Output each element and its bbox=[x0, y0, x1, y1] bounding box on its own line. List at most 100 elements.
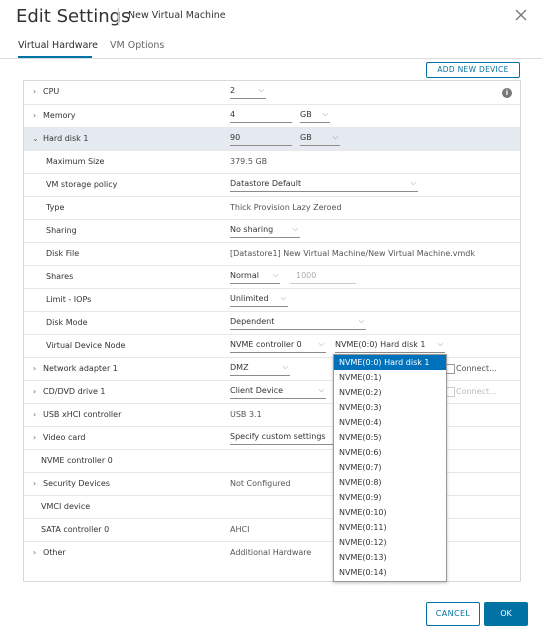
ok-button[interactable]: OK bbox=[484, 602, 528, 626]
chevron-down-icon: ⌵ bbox=[437, 340, 443, 348]
dropdown-option[interactable]: NVME(0:12) bbox=[334, 535, 446, 550]
hard-disk-unit: GB bbox=[300, 133, 312, 142]
cpu-select[interactable]: 2 ⌵ bbox=[230, 84, 266, 99]
hard-disk-unit-select[interactable]: GB ⌵ bbox=[300, 131, 340, 146]
video-label: Video card bbox=[43, 433, 86, 442]
disk-mode-value: Dependent bbox=[230, 317, 275, 326]
dropdown-option[interactable]: NVME(0:13) bbox=[334, 550, 446, 565]
row-hard-disk[interactable]: ⌄ Hard disk 1 90 GB ⌵ bbox=[24, 127, 520, 151]
dropdown-option[interactable]: NVME(0:14) bbox=[334, 565, 446, 580]
dropdown-option[interactable]: NVME(0:0) Hard disk 1 bbox=[334, 355, 446, 370]
row-limit-iops: Limit - IOPs Unlimited ⌵ bbox=[24, 288, 520, 312]
chevron-right-icon[interactable]: › bbox=[33, 410, 36, 419]
row-disk-file: Disk File [Datastore1] New Virtual Machi… bbox=[24, 242, 520, 266]
device-node-value: NVME(0:0) Hard disk 1 bbox=[335, 340, 426, 349]
tab-vm-options[interactable]: VM Options bbox=[110, 40, 164, 51]
disk-file-label: Disk File bbox=[46, 249, 80, 258]
cpu-value: 2 bbox=[230, 86, 236, 95]
chevron-right-icon[interactable]: › bbox=[33, 387, 36, 396]
cdrom-select[interactable]: Client Device ⌵ bbox=[230, 384, 326, 399]
security-value: Not Configured bbox=[230, 479, 291, 488]
sharing-value: No sharing bbox=[230, 225, 274, 234]
video-select[interactable]: Specify custom settings bbox=[230, 430, 340, 445]
dropdown-option[interactable]: NVME(0:9) bbox=[334, 490, 446, 505]
shares-value: Normal bbox=[230, 271, 259, 280]
chevron-down-icon: ⌵ bbox=[332, 133, 338, 141]
vm-name: New Virtual Machine bbox=[128, 10, 226, 21]
limit-iops-select[interactable]: Unlimited ⌵ bbox=[230, 292, 288, 307]
active-tab-indicator bbox=[18, 56, 92, 58]
memory-unit-select[interactable]: GB ⌵ bbox=[300, 108, 330, 123]
dropdown-option[interactable]: NVME(0:11) bbox=[334, 520, 446, 535]
other-value: Additional Hardware bbox=[230, 548, 312, 557]
network-select[interactable]: DMZ ⌵ bbox=[230, 361, 290, 376]
shares-number-input[interactable]: 1000 bbox=[290, 269, 356, 284]
controller-select[interactable]: NVME controller 0 ⌵ bbox=[230, 338, 326, 353]
chevron-down-icon[interactable]: ⌄ bbox=[32, 134, 39, 143]
tab-virtual-hardware[interactable]: Virtual Hardware bbox=[18, 40, 98, 51]
dialog-title: Edit Settings bbox=[16, 6, 131, 27]
chevron-down-icon: ⌵ bbox=[322, 110, 328, 118]
dropdown-option[interactable]: NVME(0:10) bbox=[334, 505, 446, 520]
dropdown-option[interactable]: NVME(0:2) bbox=[334, 385, 446, 400]
info-icon[interactable]: i bbox=[502, 88, 512, 98]
dropdown-option[interactable]: NVME(0:3) bbox=[334, 400, 446, 415]
tab-divider bbox=[0, 58, 542, 59]
device-node-select[interactable]: NVME(0:0) Hard disk 1 ⌵ bbox=[335, 338, 445, 353]
limit-iops-value: Unlimited bbox=[230, 294, 269, 303]
row-cpu[interactable]: › CPU 2 ⌵ bbox=[24, 81, 520, 104]
cdrom-value: Client Device bbox=[230, 386, 284, 395]
type-label: Type bbox=[46, 203, 65, 212]
limit-iops-label: Limit - IOPs bbox=[46, 295, 92, 304]
disk-mode-label: Disk Mode bbox=[46, 318, 88, 327]
memory-input[interactable]: 4 bbox=[230, 108, 292, 123]
chevron-right-icon[interactable]: › bbox=[33, 364, 36, 373]
dropdown-option[interactable]: NVME(0:8) bbox=[334, 475, 446, 490]
dropdown-option[interactable]: NVME(0:7) bbox=[334, 460, 446, 475]
network-connect-label: Connect... bbox=[456, 364, 497, 373]
chevron-down-icon: ⌵ bbox=[358, 317, 364, 325]
close-icon[interactable] bbox=[514, 8, 528, 22]
row-storage-policy: VM storage policy Datastore Default ⌵ bbox=[24, 173, 520, 197]
max-size-label: Maximum Size bbox=[46, 157, 105, 166]
device-node-dropdown: NVME(0:0) Hard disk 1 NVME(0:1) NVME(0:2… bbox=[333, 354, 447, 582]
dropdown-option[interactable]: NVME(0:5) bbox=[334, 430, 446, 445]
memory-label: Memory bbox=[43, 111, 76, 120]
shares-label: Shares bbox=[46, 272, 74, 281]
cancel-button[interactable]: CANCEL bbox=[426, 602, 480, 626]
chevron-down-icon: ⌵ bbox=[318, 386, 324, 394]
cdrom-connect-label: Connect... bbox=[456, 387, 497, 396]
chevron-right-icon[interactable]: › bbox=[33, 433, 36, 442]
chevron-down-icon: ⌵ bbox=[272, 271, 278, 279]
shares-select[interactable]: Normal ⌵ bbox=[230, 269, 280, 284]
row-shares: Shares Normal ⌵ 1000 bbox=[24, 265, 520, 289]
controller-value: NVME controller 0 bbox=[230, 340, 302, 349]
chevron-down-icon: ⌵ bbox=[318, 340, 324, 348]
hard-disk-label: Hard disk 1 bbox=[43, 134, 89, 143]
disk-mode-select[interactable]: Dependent ⌵ bbox=[230, 315, 366, 330]
other-label: Other bbox=[43, 548, 66, 557]
security-label: Security Devices bbox=[43, 479, 110, 488]
chevron-down-icon: ⌵ bbox=[280, 294, 286, 302]
max-size-value: 379.5 GB bbox=[230, 157, 268, 166]
sharing-label: Sharing bbox=[46, 226, 77, 235]
nvme-label: NVME controller 0 bbox=[41, 456, 113, 465]
storage-policy-value: Datastore Default bbox=[230, 179, 302, 188]
sharing-select[interactable]: No sharing ⌵ bbox=[230, 223, 300, 238]
row-type: Type Thick Provision Lazy Zeroed bbox=[24, 196, 520, 220]
chevron-right-icon[interactable]: › bbox=[33, 548, 36, 557]
usb-value: USB 3.1 bbox=[230, 410, 262, 419]
storage-policy-select[interactable]: Datastore Default ⌵ bbox=[230, 177, 418, 192]
dropdown-option[interactable]: NVME(0:6) bbox=[334, 445, 446, 460]
chevron-right-icon[interactable]: › bbox=[33, 111, 36, 120]
dropdown-option[interactable]: NVME(0:4) bbox=[334, 415, 446, 430]
cdrom-label: CD/DVD drive 1 bbox=[43, 387, 106, 396]
row-disk-mode: Disk Mode Dependent ⌵ bbox=[24, 311, 520, 335]
chevron-right-icon[interactable]: › bbox=[33, 479, 36, 488]
chevron-down-icon: ⌵ bbox=[410, 179, 416, 187]
row-memory[interactable]: › Memory 4 GB ⌵ bbox=[24, 104, 520, 128]
add-new-device-button[interactable]: ADD NEW DEVICE bbox=[426, 62, 520, 78]
dropdown-option[interactable]: NVME(0:1) bbox=[334, 370, 446, 385]
chevron-right-icon[interactable]: › bbox=[33, 87, 36, 96]
hard-disk-size-input[interactable]: 90 bbox=[230, 131, 292, 146]
